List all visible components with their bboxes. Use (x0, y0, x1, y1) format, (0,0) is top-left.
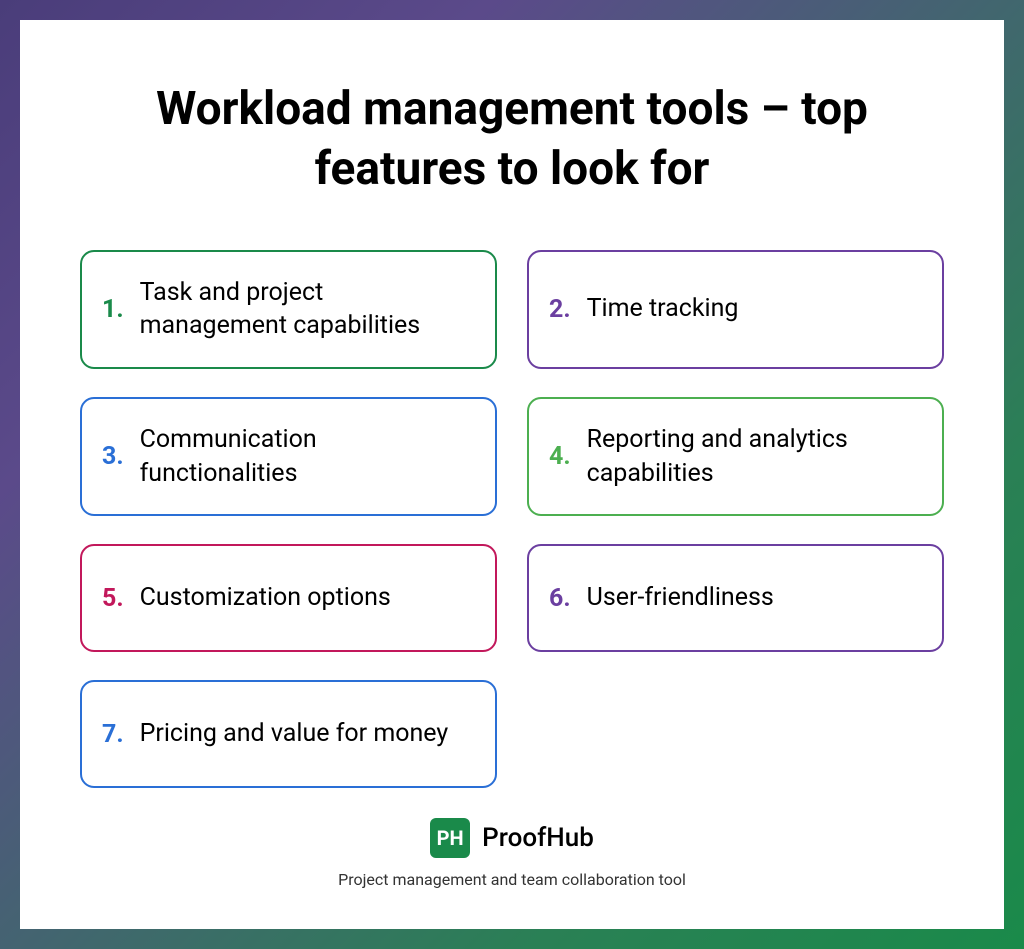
feature-number: 2. (549, 295, 571, 324)
page-title: Workload management tools – top features… (80, 80, 944, 200)
feature-number: 4. (549, 442, 571, 471)
proofhub-logo-icon: PH (430, 818, 470, 858)
feature-text: Time tracking (587, 292, 739, 326)
feature-number: 1. (102, 295, 124, 324)
footer: PH ProofHub Project management and team … (80, 818, 944, 889)
feature-item-4: 4. Reporting and analytics capabilities (527, 397, 944, 516)
feature-item-7: 7. Pricing and value for money (80, 680, 497, 788)
feature-number: 7. (102, 720, 124, 749)
feature-item-3: 3. Communication functionalities (80, 397, 497, 516)
feature-text: Pricing and value for money (140, 717, 449, 751)
feature-item-1: 1. Task and project management capabilit… (80, 250, 497, 369)
feature-text: Reporting and analytics capabilities (587, 423, 922, 491)
feature-number: 3. (102, 442, 124, 471)
logo-text: ProofHub (482, 823, 594, 853)
infographic-card: Workload management tools – top features… (20, 20, 1004, 929)
tagline: Project management and team collaboratio… (338, 870, 686, 889)
feature-text: Task and project management capabilities (140, 276, 475, 344)
features-grid: 1. Task and project management capabilit… (80, 250, 944, 788)
feature-number: 6. (549, 584, 571, 613)
feature-item-2: 2. Time tracking (527, 250, 944, 369)
logo: PH ProofHub (430, 818, 594, 858)
feature-text: User-friendliness (587, 581, 774, 615)
feature-number: 5. (102, 584, 124, 613)
feature-text: Communication functionalities (140, 423, 475, 491)
feature-item-6: 6. User-friendliness (527, 544, 944, 652)
feature-text: Customization options (140, 581, 391, 615)
feature-item-5: 5. Customization options (80, 544, 497, 652)
